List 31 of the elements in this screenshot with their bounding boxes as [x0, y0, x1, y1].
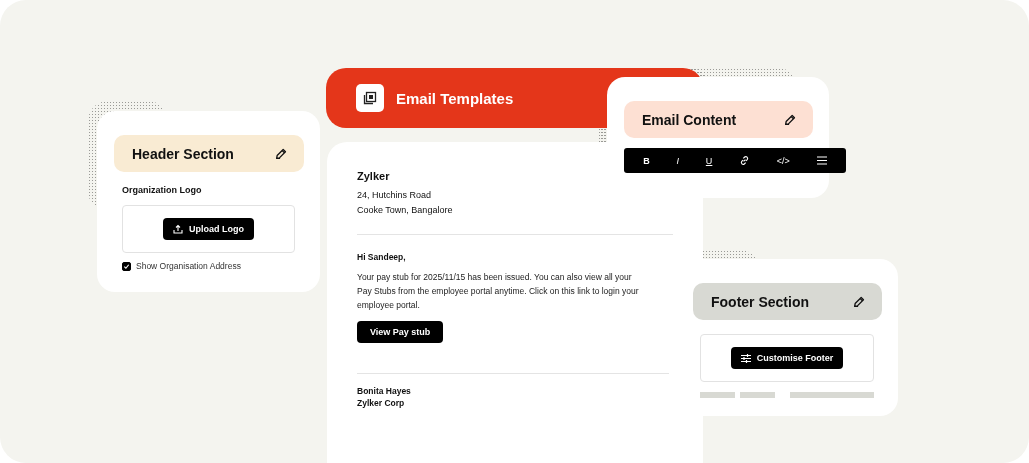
placeholder-bar — [700, 392, 735, 398]
italic-button[interactable]: I — [674, 153, 682, 168]
edit-icon[interactable] — [783, 112, 797, 127]
signature-line: Bonita Hayes — [357, 385, 412, 397]
underline-button[interactable]: U — [703, 153, 715, 168]
signature-line: Zylker Corp — [357, 397, 406, 409]
greeting: Hi Sandeep, — [357, 252, 407, 262]
sliders-icon — [740, 353, 751, 363]
menu-icon[interactable] — [814, 153, 829, 168]
upload-icon — [173, 224, 183, 234]
upload-button[interactable]: Upload Logo — [163, 218, 254, 240]
upload-area[interactable]: Upload Logo — [122, 205, 295, 253]
bold-button[interactable]: B — [641, 153, 652, 168]
section-title: Footer Section — [711, 293, 809, 310]
checkbox[interactable] — [122, 261, 131, 271]
view-pay-stub-button[interactable]: View Pay stub — [357, 321, 444, 343]
section-title: Header Section — [132, 145, 234, 162]
code-button[interactable]: </> — [774, 153, 792, 168]
email-body: Your pay stub for 2025/11/15 has been issued. You can also view all your Pay Stubs from the employee portal anytime. Click on this link to login your employee portal. — [357, 271, 640, 312]
address-line: 24, Hutchins Road — [357, 189, 433, 202]
placeholder-bar — [740, 392, 775, 398]
section-title: Email Content — [642, 111, 737, 128]
edit-icon[interactable] — [274, 146, 288, 161]
title-text: Email Templates — [396, 89, 514, 107]
template-icon — [356, 84, 384, 112]
address-line: Cooke Town, Bangalore — [357, 204, 454, 217]
customise-footer-button[interactable]: Customise Footer — [730, 347, 844, 369]
checkbox-label: Show Organisation Address — [136, 261, 241, 271]
company-name: Zylker — [357, 170, 391, 182]
edit-icon[interactable] — [852, 294, 866, 309]
field-label: Organization Logo — [122, 185, 203, 195]
